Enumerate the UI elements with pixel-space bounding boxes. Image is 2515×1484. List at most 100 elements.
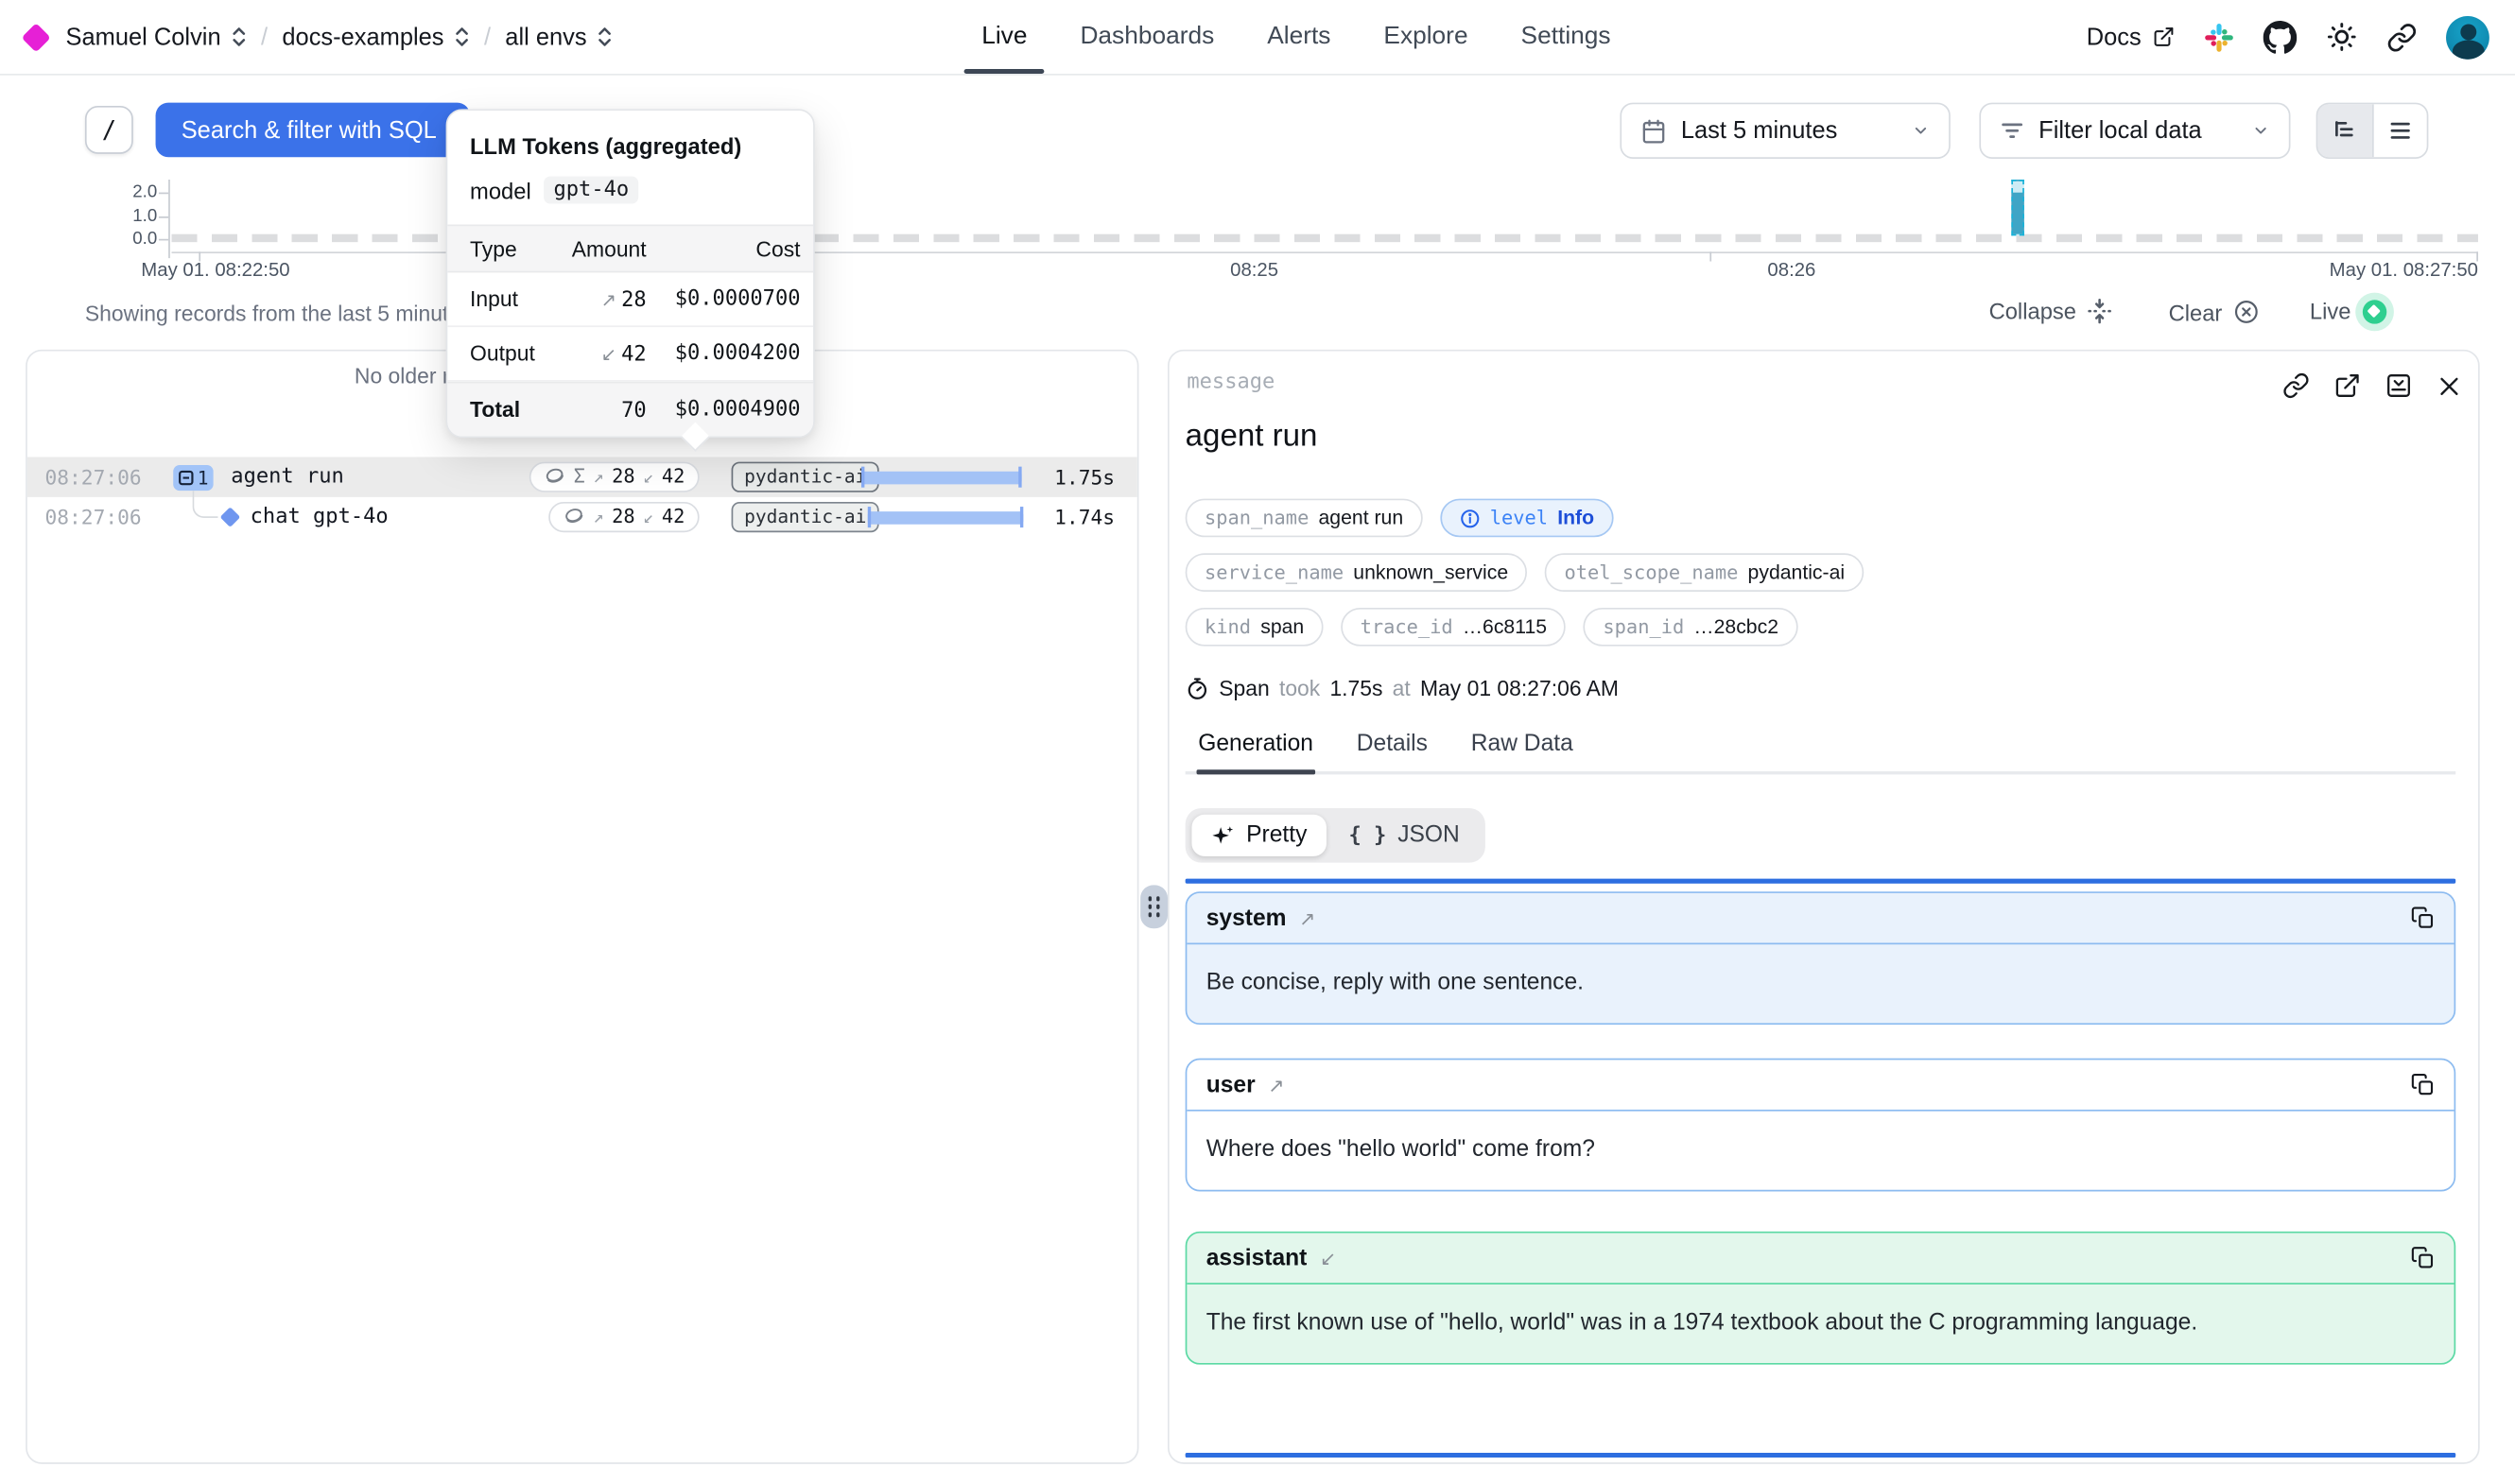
y-tick-mark bbox=[159, 216, 168, 218]
output-arrow-icon: ↙ bbox=[601, 346, 616, 365]
model-value: gpt-4o bbox=[544, 177, 638, 204]
json-toggle-button[interactable]: { } JSON bbox=[1329, 815, 1479, 856]
tab-generation[interactable]: Generation bbox=[1198, 732, 1313, 757]
updown-chevrons-icon bbox=[231, 26, 247, 48]
search-shortcut-kbd[interactable]: / bbox=[85, 106, 133, 154]
top-nav: Samuel Colvin / docs-examples / all envs… bbox=[0, 0, 2515, 76]
pill-key: span_name bbox=[1205, 507, 1309, 529]
row-type: Total bbox=[470, 398, 569, 422]
pill-kind[interactable]: kind span bbox=[1186, 608, 1324, 647]
pretty-toggle-button[interactable]: Pretty bbox=[1191, 815, 1326, 856]
coin-icon bbox=[563, 505, 585, 527]
filter-local-data-dropdown[interactable]: Filter local data bbox=[1979, 103, 2290, 159]
x-tick-mark bbox=[1709, 251, 1711, 261]
search-sql-button[interactable]: Search & filter with SQL bbox=[156, 103, 470, 158]
trace-row-chat-gpt4o[interactable]: 08:27:06 chat gpt-4o ↗28 ↙42 pydantic-ai… bbox=[27, 497, 1137, 537]
dock-panel-icon[interactable] bbox=[2385, 372, 2413, 400]
tree-view-button[interactable] bbox=[2317, 104, 2372, 157]
tooltip-row-input: Input ↗28 $0.0000700 bbox=[447, 272, 813, 327]
share-link-icon[interactable] bbox=[2386, 22, 2417, 52]
slack-icon[interactable] bbox=[2204, 22, 2234, 52]
trace-timestamp: 08:27:06 bbox=[44, 505, 141, 528]
row-cost: $0.0004200 bbox=[647, 341, 801, 365]
time-range-dropdown[interactable]: Last 5 minutes bbox=[1620, 103, 1950, 159]
input-arrow-icon: ↗ bbox=[593, 506, 603, 526]
tab-settings[interactable]: Settings bbox=[1521, 0, 1611, 74]
clear-button[interactable]: Clear bbox=[2169, 299, 2261, 326]
pill-level[interactable]: level Info bbox=[1440, 499, 1613, 538]
output-tokens: 42 bbox=[662, 465, 685, 488]
row-cost: $0.0004900 bbox=[647, 398, 801, 422]
attribute-pills-row: service_name unknown_service otel_scope_… bbox=[1186, 553, 1865, 592]
flat-list-button[interactable] bbox=[2372, 104, 2427, 157]
col-amount: Amount bbox=[569, 236, 646, 260]
pill-otel-scope[interactable]: otel_scope_name pydantic-ai bbox=[1545, 553, 1864, 592]
collapse-button[interactable]: Collapse bbox=[1989, 299, 2113, 324]
sigma-icon: Σ bbox=[574, 465, 585, 488]
pill-key: otel_scope_name bbox=[1565, 561, 1739, 584]
docs-link[interactable]: Docs bbox=[2087, 24, 2176, 51]
scope-tag[interactable]: pydantic-ai bbox=[732, 461, 879, 492]
took-span-word: Span bbox=[1219, 677, 1269, 700]
breadcrumb-env-label: all envs bbox=[505, 24, 586, 51]
stopwatch-icon bbox=[1186, 677, 1209, 700]
copy-icon[interactable] bbox=[2411, 906, 2435, 929]
tab-explore[interactable]: Explore bbox=[1383, 0, 1467, 74]
tree-view-icon bbox=[2333, 119, 2356, 143]
list-view-toggle bbox=[2316, 103, 2429, 159]
child-count: 1 bbox=[198, 466, 209, 489]
pill-trace-id[interactable]: trace_id …6c8115 bbox=[1341, 608, 1566, 647]
copy-icon[interactable] bbox=[2411, 1246, 2435, 1269]
tab-raw-data[interactable]: Raw Data bbox=[1471, 732, 1573, 757]
pill-span-id[interactable]: span_id …28cbc2 bbox=[1584, 608, 1797, 647]
row-amount: 28 bbox=[621, 288, 647, 312]
span-detail-panel: message agent run span_name agent run le… bbox=[1168, 350, 2480, 1464]
output-arrow-icon: ↙ bbox=[643, 466, 653, 487]
breadcrumb-project[interactable]: docs-examples bbox=[282, 24, 469, 51]
showing-records-text: Showing records from the last 5 minutes bbox=[85, 302, 472, 325]
duration-bar bbox=[868, 510, 1024, 524]
took-timestamp: May 01 08:27:06 AM bbox=[1420, 677, 1619, 700]
format-toggle: Pretty { } JSON bbox=[1186, 808, 1485, 863]
live-label: Live bbox=[2310, 299, 2351, 324]
close-icon[interactable] bbox=[2437, 372, 2462, 398]
pill-value: unknown_service bbox=[1353, 561, 1508, 584]
pill-span-name[interactable]: span_name agent run bbox=[1186, 499, 1423, 538]
token-usage-pill[interactable]: ↗28 ↙42 bbox=[548, 501, 700, 531]
histogram-bar[interactable] bbox=[2011, 180, 2024, 235]
open-external-icon[interactable] bbox=[2333, 372, 2361, 400]
collapse-children-badge[interactable]: 1 bbox=[173, 464, 213, 490]
input-tokens: 28 bbox=[612, 465, 635, 488]
chevron-down-icon bbox=[1912, 122, 1930, 140]
tab-live[interactable]: Live bbox=[981, 0, 1027, 74]
braces-icon: { } bbox=[1348, 823, 1386, 847]
tab-dashboards[interactable]: Dashboards bbox=[1080, 0, 1214, 74]
copy-link-icon[interactable] bbox=[2282, 372, 2310, 400]
x-axis-end-label: May 01. 08:27:50 bbox=[2330, 258, 2478, 281]
token-usage-pill[interactable]: Σ ↗28 ↙42 bbox=[529, 461, 699, 492]
panel-resize-grip[interactable] bbox=[1140, 885, 1168, 928]
copy-icon[interactable] bbox=[2411, 1073, 2435, 1096]
pill-key: level bbox=[1490, 507, 1548, 529]
theme-sun-icon[interactable] bbox=[2326, 21, 2358, 53]
y-tick-label: 0.0 bbox=[61, 230, 157, 249]
breadcrumb: Samuel Colvin / docs-examples / all envs bbox=[26, 0, 613, 74]
records-histogram: 2.0 1.0 0.0 May 01. 08:22:50 08:25 08:26… bbox=[0, 166, 2515, 285]
live-toggle[interactable]: Live bbox=[2310, 299, 2386, 324]
pill-value: …28cbc2 bbox=[1693, 615, 1778, 638]
github-icon[interactable] bbox=[2264, 20, 2298, 54]
input-tokens: 28 bbox=[612, 505, 635, 527]
output-arrow-icon: ↙ bbox=[643, 506, 653, 526]
scope-tag[interactable]: pydantic-ai bbox=[732, 501, 879, 531]
took-at-word: at bbox=[1393, 677, 1411, 700]
duration-text: 1.74s bbox=[1054, 505, 1115, 528]
pill-service-name[interactable]: service_name unknown_service bbox=[1186, 553, 1528, 592]
tab-alerts[interactable]: Alerts bbox=[1267, 0, 1330, 74]
user-avatar[interactable] bbox=[2446, 15, 2489, 59]
breadcrumb-env[interactable]: all envs bbox=[505, 24, 612, 51]
tab-details[interactable]: Details bbox=[1357, 732, 1428, 757]
model-key: model bbox=[470, 177, 531, 202]
breadcrumb-org[interactable]: Samuel Colvin bbox=[66, 24, 247, 51]
pill-key: span_id bbox=[1603, 615, 1684, 638]
record-kind-label: message bbox=[1187, 371, 1275, 394]
